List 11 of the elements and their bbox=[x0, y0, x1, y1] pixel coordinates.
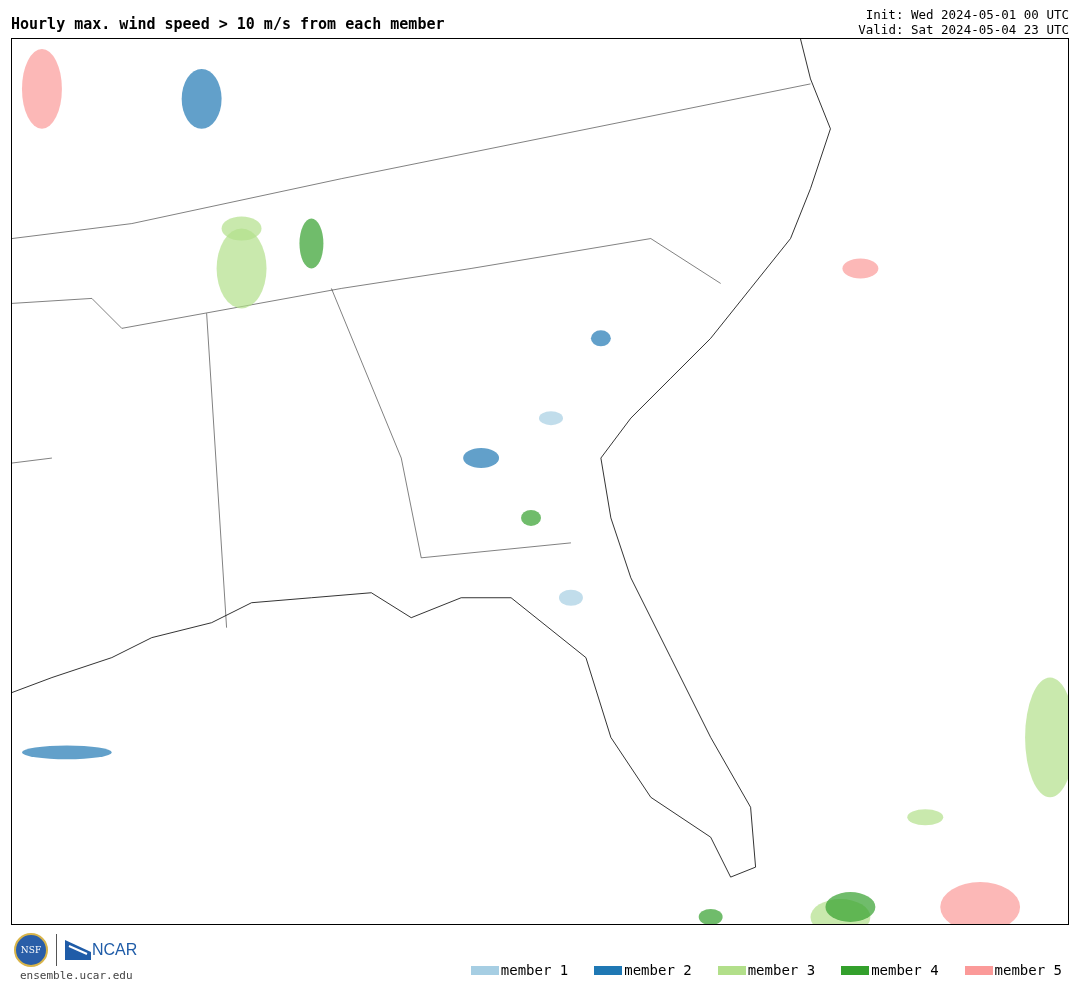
ncar-logo: NCAR bbox=[65, 940, 138, 960]
nsf-logo: NSF bbox=[14, 933, 48, 967]
legend-label: member 2 bbox=[624, 962, 692, 978]
init-time: Init: Wed 2024-05-01 00 UTC bbox=[864, 7, 1069, 22]
legend-label: member 3 bbox=[747, 962, 816, 978]
legend-label: member 5 bbox=[994, 962, 1062, 978]
valid-time: Valid: Sat 2024-05-04 23 UTC bbox=[858, 22, 1069, 37]
website-url: ensemble.ucar.edu bbox=[19, 969, 133, 982]
plot-title: Hourly max. wind speed > 10 m/s from each member bbox=[11, 15, 445, 35]
legend-label: member 4 bbox=[871, 962, 939, 978]
legend-label: member 1 bbox=[500, 962, 569, 978]
